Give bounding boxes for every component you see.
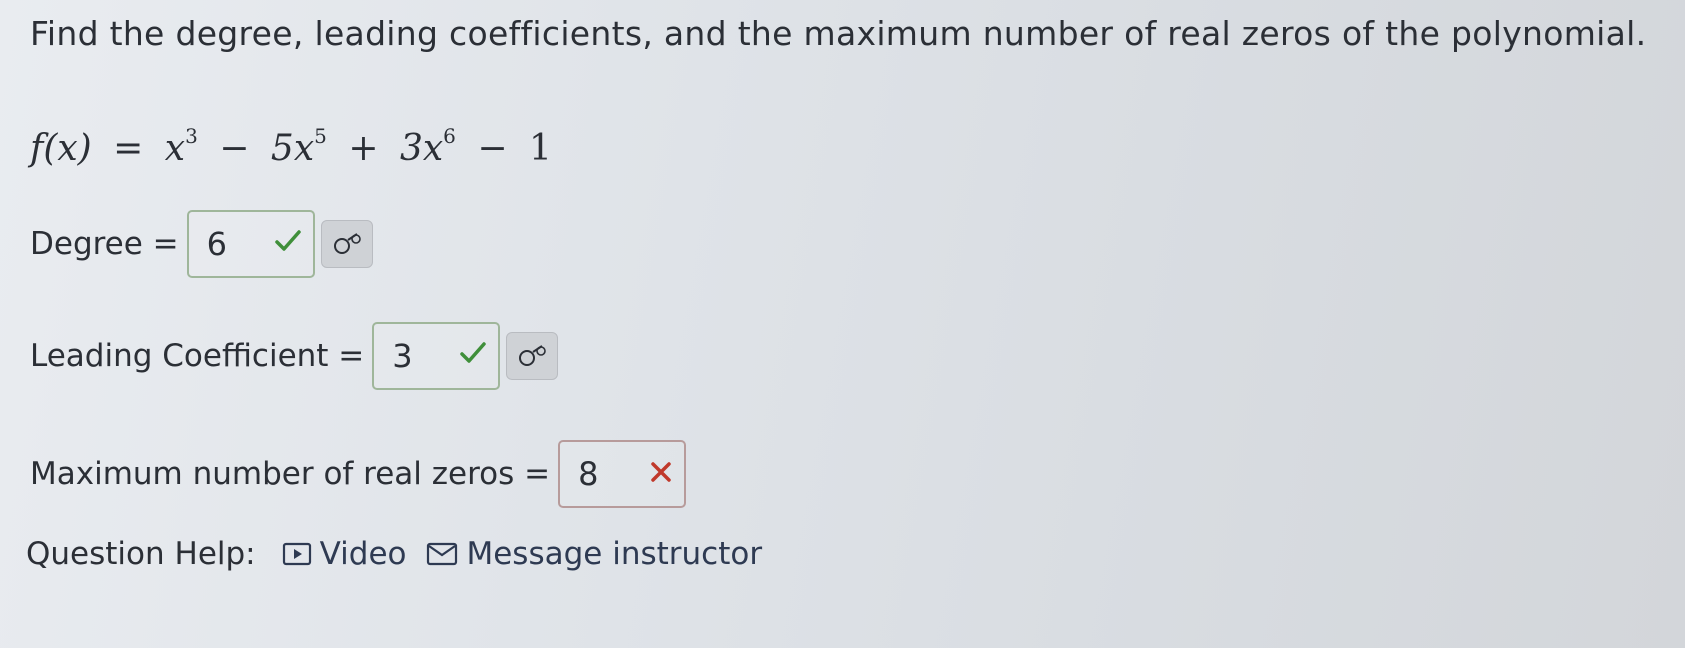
- message-instructor-link[interactable]: Message instructor: [426, 536, 762, 572]
- operator: +: [348, 128, 379, 169]
- term-exponent: 3: [185, 124, 198, 148]
- operator: −: [219, 128, 250, 169]
- term-base: 5x: [270, 128, 315, 169]
- question-help: Question Help: Video Message instructor: [26, 536, 782, 572]
- term-base: x: [164, 128, 186, 169]
- answer-preview-button[interactable]: [506, 332, 559, 380]
- degree-value: 6: [206, 225, 228, 263]
- question-page: Find the degree, leading coefficients, a…: [0, 0, 1685, 648]
- max-real-zeros-label: Maximum number of real zeros =: [30, 456, 551, 492]
- leading-coefficient-row: Leading Coefficient = 3: [30, 322, 559, 390]
- operator: −: [477, 128, 508, 169]
- answer-preview-button[interactable]: [320, 220, 373, 268]
- math-preview-icon: [519, 345, 547, 366]
- leading-coefficient-value: 3: [392, 337, 413, 375]
- correct-check-icon: [460, 341, 487, 371]
- envelope-icon: [427, 542, 458, 566]
- message-instructor-label: Message instructor: [466, 536, 763, 572]
- term-exponent: 6: [443, 124, 456, 148]
- video-icon: [282, 542, 311, 566]
- leading-coefficient-answer-input[interactable]: 3: [372, 322, 501, 390]
- polynomial-equation: f(x) = x3 − 5x5 + 3x6 − 1: [30, 126, 552, 169]
- term-base: 3x: [399, 128, 444, 169]
- math-preview-icon: [333, 233, 361, 254]
- video-link[interactable]: Video: [282, 536, 407, 572]
- correct-check-icon: [274, 229, 301, 259]
- degree-row: Degree = 6: [30, 210, 373, 278]
- max-real-zeros-answer-input[interactable]: 8: [558, 440, 687, 508]
- degree-answer-input[interactable]: 6: [186, 210, 315, 278]
- video-link-label: Video: [319, 536, 407, 572]
- max-real-zeros-row: Maximum number of real zeros = 8: [30, 440, 687, 508]
- equals-sign: =: [113, 128, 144, 169]
- max-real-zeros-value: 8: [578, 455, 599, 493]
- question-help-label: Question Help:: [26, 536, 256, 572]
- function-name: f(x): [30, 128, 92, 169]
- term-exponent: 5: [314, 124, 327, 148]
- degree-label: Degree =: [30, 226, 179, 262]
- constant-term: 1: [528, 128, 552, 169]
- question-text: Find the degree, leading coefficients, a…: [30, 14, 1647, 53]
- leading-coefficient-label: Leading Coefficient =: [30, 338, 365, 374]
- incorrect-x-icon: [650, 459, 672, 489]
